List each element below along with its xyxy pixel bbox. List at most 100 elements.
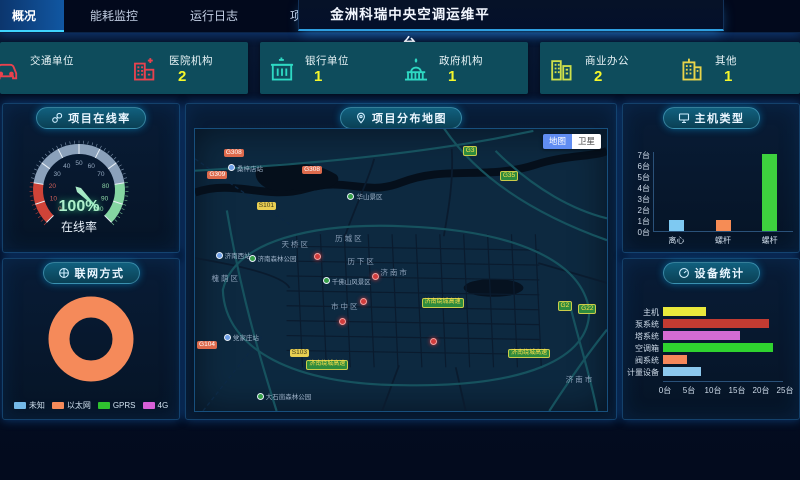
project-dot-icon <box>314 253 321 260</box>
y-tick-label: 4台 <box>638 183 650 194</box>
map-type-satellite-button[interactable]: 卫星 <box>572 134 601 149</box>
project-marker[interactable] <box>430 338 437 345</box>
tab-run-log[interactable]: 运行日志 <box>164 0 264 32</box>
road-shield: G104 <box>197 341 217 349</box>
road-shield: G2 <box>558 301 573 311</box>
stat-value: 1 <box>715 68 737 85</box>
district-label: 槐荫区 <box>211 273 240 284</box>
map-pin-icon <box>355 112 367 124</box>
bar-category-label: 主机 <box>625 307 659 318</box>
bar-category-label: 塔系统 <box>625 331 659 342</box>
legend-item[interactable]: 未知 <box>14 400 45 411</box>
network-donut <box>3 275 179 387</box>
stat-bank: 银行单位 1 <box>260 42 394 94</box>
road-shield: G22 <box>578 304 596 314</box>
legend-swatch <box>14 402 26 409</box>
x-tick-label: 25台 <box>775 385 795 396</box>
stat-value: 1 <box>439 68 483 85</box>
stat-label: 其他 <box>715 53 737 68</box>
project-marker[interactable] <box>339 318 346 325</box>
stat-value: 2 <box>585 68 629 85</box>
map-type-control: 地图 卫星 <box>543 134 601 149</box>
legend-label: 以太网 <box>67 400 91 411</box>
stat-value: 2 <box>169 68 213 85</box>
svg-text:60: 60 <box>88 163 96 170</box>
hospital-icon <box>131 55 161 82</box>
stat-value: 1 <box>305 68 349 85</box>
x-axis <box>663 381 783 382</box>
bar-泵系统 <box>663 319 769 328</box>
stats-card-2: 银行单位 1 政府机构 1 <box>260 42 528 94</box>
project-marker[interactable] <box>372 273 379 280</box>
station-marker[interactable]: 济南西站 <box>216 250 251 260</box>
project-dot-icon <box>372 273 379 280</box>
stats-card-1: 交通单位 医院机构 2 <box>0 42 248 94</box>
map-type-map-button[interactable]: 地图 <box>543 134 572 149</box>
legend-item[interactable]: 4G <box>143 400 169 411</box>
network-donut-ring <box>59 307 123 371</box>
stat-label: 银行单位 <box>305 53 349 68</box>
park-marker[interactable]: 大石崮森林公园 <box>257 391 312 401</box>
road-shield: 济南绕城高速 <box>508 349 550 359</box>
y-tick-label: 7台 <box>638 150 650 161</box>
stat-label: 商业办公 <box>585 53 629 68</box>
svg-text:70: 70 <box>97 171 105 178</box>
road-shield: S101 <box>257 202 276 210</box>
online-rate-value: 100% <box>23 198 135 216</box>
legend-swatch <box>98 402 110 409</box>
svg-text:40: 40 <box>63 163 71 170</box>
bar-离心 <box>669 220 684 231</box>
stat-other: 其他 1 <box>670 42 800 94</box>
station-marker[interactable]: 桑梓店站 <box>228 163 263 173</box>
stat-label: 政府机构 <box>439 53 483 68</box>
legend-swatch <box>143 402 155 409</box>
tab-energy-monitor[interactable]: 能耗监控 <box>64 0 164 32</box>
car-icon <box>0 55 22 82</box>
government-icon <box>401 55 431 82</box>
road-shield: G3 <box>463 146 478 156</box>
svg-text:30: 30 <box>54 171 62 178</box>
y-tick-label: 1台 <box>638 216 650 227</box>
project-marker[interactable] <box>314 253 321 260</box>
tab-overview[interactable]: 概况 <box>0 0 64 32</box>
bar-category-label: 计量设备 <box>625 367 659 378</box>
svg-text:80: 80 <box>102 183 110 190</box>
network-legend: 未知 以太网 GPRS 4G <box>3 400 179 411</box>
station-marker[interactable]: 党家庄站 <box>224 332 259 342</box>
project-dot-icon <box>339 318 346 325</box>
road-shield: G308 <box>224 149 244 157</box>
x-category-label: 离心 <box>660 235 692 246</box>
district-label: 济南市 <box>566 374 595 385</box>
marker-label: 党家庄站 <box>233 332 259 342</box>
legend-item[interactable]: 以太网 <box>52 400 91 411</box>
panel-title: 项目分布地图 <box>372 110 447 126</box>
map-view[interactable]: 地图 卫星 G308G309G308G104G3G35G2G22S101S103… <box>194 128 608 412</box>
project-marker[interactable] <box>360 298 367 305</box>
legend-label: 未知 <box>29 400 45 411</box>
device-stats-chart: 主机泵系统塔系统空调箱阀系统计量设备0台5台10台15台20台25台 <box>623 259 799 419</box>
road-shield: 济南绕城高速 <box>306 360 348 370</box>
bar-塔系统 <box>663 331 740 340</box>
bank-icon <box>267 55 297 82</box>
legend-label: GPRS <box>113 401 136 410</box>
y-tick-label: 5台 <box>638 172 650 183</box>
legend-label: 4G <box>158 401 169 410</box>
stat-hospital: 医院机构 2 <box>124 42 248 94</box>
platform-title-box: 金洲科瑞中央空调运维平台 <box>298 0 724 31</box>
park-marker[interactable]: 千佛山风景区 <box>323 276 371 286</box>
park-marker[interactable]: 华山景区 <box>347 191 382 201</box>
park-marker[interactable]: 济南森林公园 <box>249 253 297 263</box>
host-type-chart: 0台1台2台3台4台5台6台7台离心螺杆螺杆 <box>623 104 799 252</box>
x-tick-label: 15台 <box>727 385 747 396</box>
park-dot-icon <box>323 277 330 284</box>
district-label: 历下区 <box>347 256 376 267</box>
district-label: 市中区 <box>331 301 360 312</box>
street-grid <box>287 234 542 367</box>
road-shield: G309 <box>207 171 227 179</box>
legend-item[interactable]: GPRS <box>98 400 136 411</box>
panel-network-mode: 联网方式 未知以太网GPRS4G <box>2 258 180 420</box>
x-category-label: 螺杆 <box>754 235 786 246</box>
svg-text:50: 50 <box>75 160 83 167</box>
office-icon <box>547 55 577 82</box>
station-dot-icon <box>216 252 223 259</box>
